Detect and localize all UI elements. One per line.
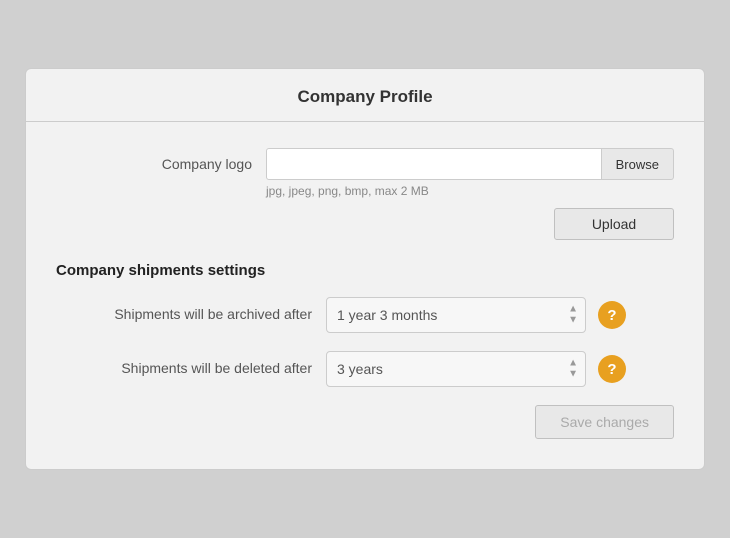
deleted-row: Shipments will be deleted after 3 years …: [56, 351, 674, 387]
archived-row: Shipments will be archived after 1 year …: [56, 297, 674, 333]
deleted-help-icon[interactable]: ?: [598, 355, 626, 383]
file-path-input[interactable]: [266, 148, 602, 180]
file-hint-row: jpg, jpeg, png, bmp, max 2 MB: [56, 184, 674, 198]
logo-row: Company logo Browse: [56, 148, 674, 180]
hint-spacer: [56, 184, 266, 198]
panel-body: Company logo Browse jpg, jpeg, png, bmp,…: [26, 148, 704, 439]
shipments-section-heading: Company shipments settings: [56, 262, 674, 279]
archived-select[interactable]: 1 year 3 months 6 months 1 year 2 years …: [326, 297, 586, 333]
logo-label: Company logo: [56, 156, 266, 172]
browse-button[interactable]: Browse: [602, 148, 674, 180]
company-profile-panel: Company Profile Company logo Browse jpg,…: [25, 68, 705, 470]
save-button[interactable]: Save changes: [535, 405, 674, 439]
deleted-select[interactable]: 3 years 1 year 2 years 5 years: [326, 351, 586, 387]
archived-help-icon[interactable]: ?: [598, 301, 626, 329]
upload-row: Upload: [56, 208, 674, 240]
upload-button[interactable]: Upload: [554, 208, 674, 240]
deleted-select-wrap: 3 years 1 year 2 years 5 years ▲ ▼: [326, 351, 586, 387]
archived-select-wrap: 1 year 3 months 6 months 1 year 2 years …: [326, 297, 586, 333]
file-input-group: Browse: [266, 148, 674, 180]
archived-label: Shipments will be archived after: [56, 305, 326, 325]
save-row: Save changes: [56, 405, 674, 439]
file-hint-text: jpg, jpeg, png, bmp, max 2 MB: [266, 184, 429, 198]
deleted-label: Shipments will be deleted after: [56, 359, 326, 379]
panel-title: Company Profile: [26, 69, 704, 122]
